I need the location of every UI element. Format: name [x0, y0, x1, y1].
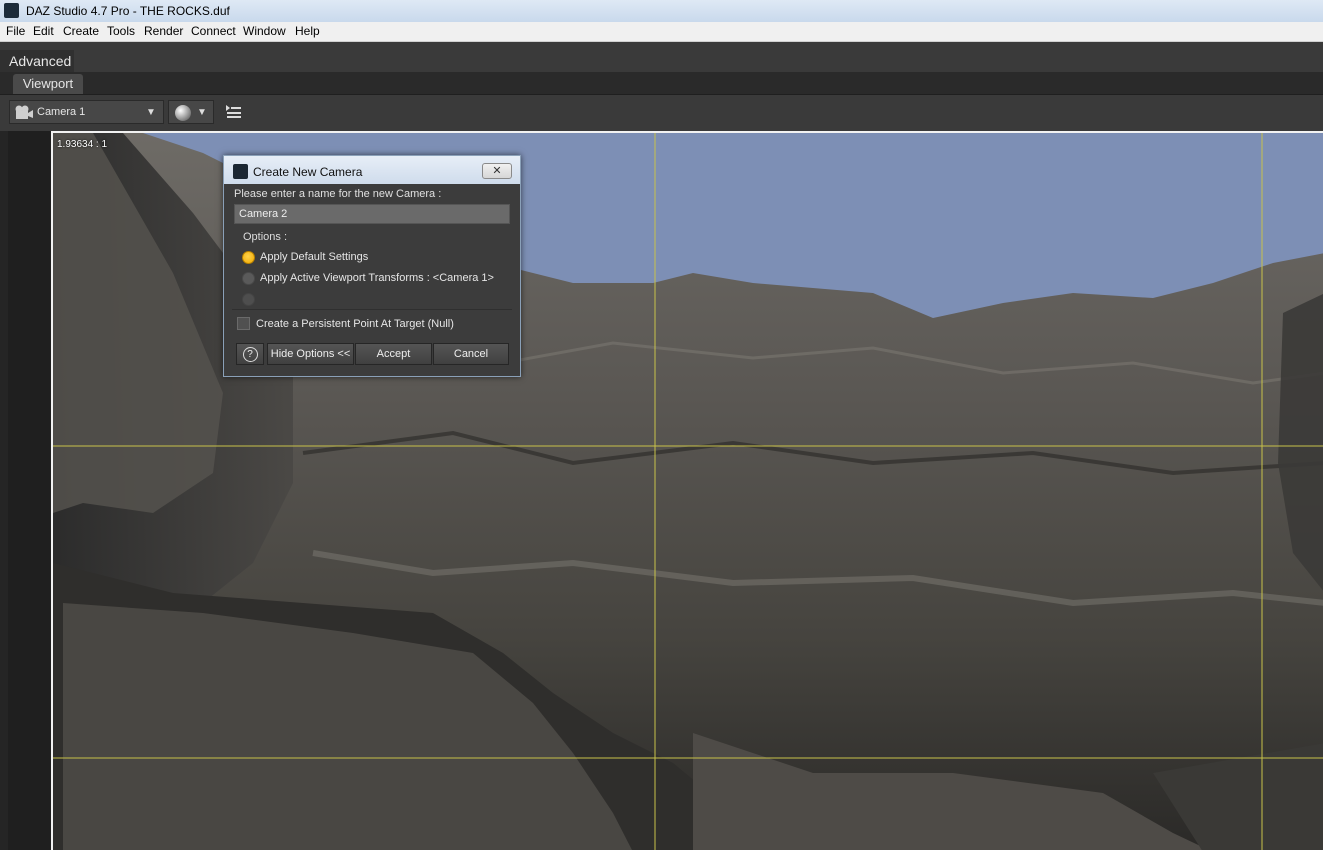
draw-style-button[interactable]: ▼ — [168, 100, 214, 124]
chevron-down-icon: ▼ — [197, 107, 207, 118]
help-icon: ? — [242, 347, 258, 362]
menu-help[interactable]: Help — [295, 24, 320, 38]
cancel-button[interactable]: Cancel — [433, 343, 509, 365]
tab-viewport[interactable]: Viewport — [13, 74, 83, 94]
radio-active-viewport-transforms[interactable] — [242, 272, 255, 285]
viewport-toolbar: Camera 1 ▼ ▼ — [0, 94, 1323, 131]
hide-options-button[interactable]: Hide Options << — [267, 343, 354, 365]
camera-name-input[interactable] — [234, 204, 510, 224]
pane-tab-bar: Viewport — [0, 72, 1323, 94]
daz-app-icon — [233, 164, 248, 179]
name-prompt: Please enter a name for the new Camera : — [234, 188, 442, 200]
daz-app-icon — [4, 3, 19, 18]
menu-bar: File Edit Create Tools Render Connect Wi… — [0, 22, 1323, 42]
menu-edit[interactable]: Edit — [33, 24, 54, 38]
menu-connect[interactable]: Connect — [191, 24, 236, 38]
menu-file[interactable]: File — [6, 24, 25, 38]
divider — [232, 309, 512, 310]
aspect-ratio-label: 1.93634 : 1 — [57, 139, 108, 150]
camera-icon — [15, 105, 33, 119]
camera-select[interactable]: Camera 1 ▼ — [9, 100, 164, 124]
window-title: DAZ Studio 4.7 Pro - THE ROCKS.duf — [26, 4, 230, 18]
activity-bar: Advanced — [0, 42, 1323, 73]
close-button[interactable]: ✕ — [482, 163, 512, 179]
menu-tools[interactable]: Tools — [107, 24, 135, 38]
chevron-down-icon: ▼ — [146, 107, 156, 118]
options-label: Options : — [243, 231, 288, 243]
left-dock-strip — [0, 131, 8, 850]
dialog-title: Create New Camera — [253, 165, 363, 179]
radio-default-settings-label[interactable]: Apply Default Settings — [260, 251, 368, 263]
persistent-point-label[interactable]: Create a Persistent Point At Target (Nul… — [256, 318, 454, 330]
radio-default-settings[interactable] — [242, 251, 255, 264]
pane-options-icon[interactable] — [224, 103, 242, 121]
camera-select-label: Camera 1 — [37, 106, 86, 118]
menu-create[interactable]: Create — [63, 24, 99, 38]
viewport-gutter — [8, 131, 51, 850]
radio-active-viewport-transforms-label[interactable]: Apply Active Viewport Transforms : <Came… — [260, 272, 494, 284]
menu-render[interactable]: Render — [144, 24, 183, 38]
radio-disabled-option — [242, 293, 255, 306]
persistent-point-checkbox[interactable] — [237, 317, 250, 330]
create-camera-dialog: Create New Camera ✕ Please enter a name … — [223, 155, 521, 377]
help-button[interactable]: ? — [236, 343, 264, 365]
title-bar: DAZ Studio 4.7 Pro - THE ROCKS.duf — [0, 0, 1323, 23]
sphere-shading-icon — [175, 105, 191, 121]
menu-window[interactable]: Window — [243, 24, 286, 38]
accept-button[interactable]: Accept — [355, 343, 432, 365]
close-icon: ✕ — [492, 165, 502, 177]
tab-advanced[interactable]: Advanced — [0, 50, 74, 72]
dialog-title-bar[interactable]: Create New Camera ✕ — [224, 156, 520, 184]
